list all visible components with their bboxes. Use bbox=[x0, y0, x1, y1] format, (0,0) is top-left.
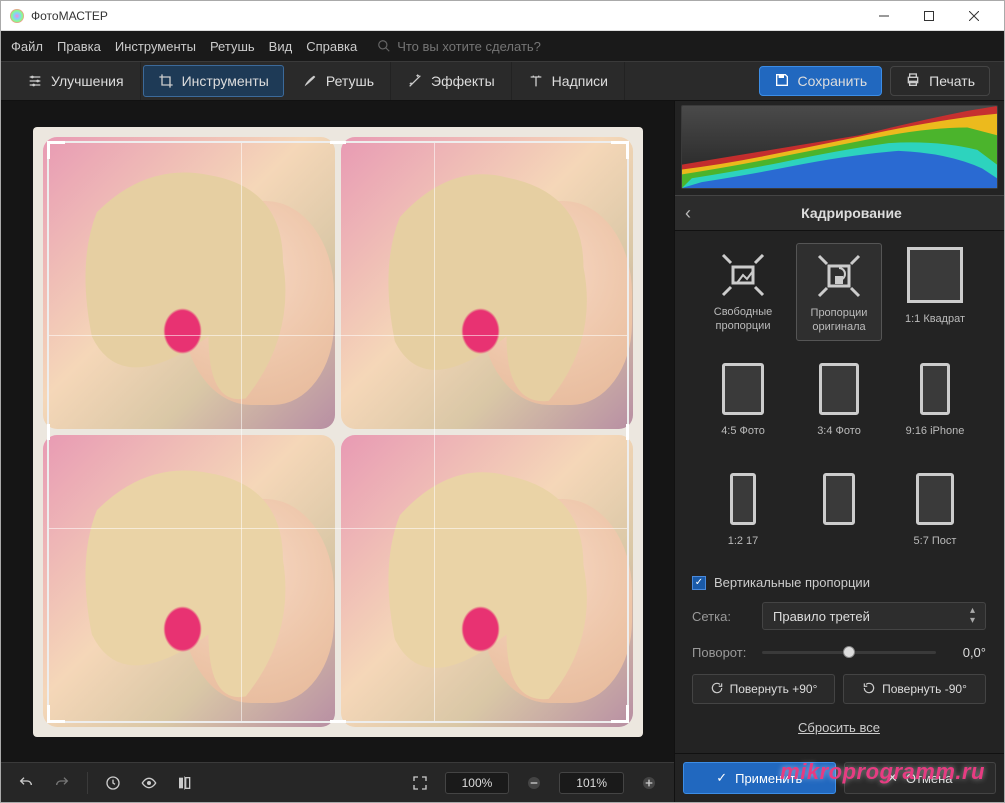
preset-label: 4:5 Фото bbox=[721, 419, 765, 445]
tab-effects[interactable]: Эффекты bbox=[391, 62, 512, 100]
menu-retouch[interactable]: Ретушь bbox=[210, 39, 255, 54]
preset-9x16[interactable]: 9:16 iPhone bbox=[892, 359, 978, 451]
preset-5x7[interactable]: 5:7 Пост bbox=[892, 469, 978, 561]
preview-button[interactable] bbox=[138, 772, 160, 794]
undo-button[interactable] bbox=[15, 772, 37, 794]
tab-tools[interactable]: Инструменты bbox=[143, 65, 284, 97]
preset-label: 5:7 Пост bbox=[914, 529, 957, 555]
sliders-icon bbox=[27, 73, 43, 89]
tab-enhance-label: Улучшения bbox=[51, 73, 124, 89]
crop-presets: Свободные пропорции Пропорции оригинала … bbox=[684, 237, 994, 571]
titlebar: ФотоМАСТЕР bbox=[1, 1, 1004, 31]
close-button[interactable] bbox=[951, 1, 996, 30]
print-label: Печать bbox=[929, 73, 975, 89]
zoom-in-button[interactable] bbox=[638, 772, 660, 794]
print-button[interactable]: Печать bbox=[890, 66, 990, 96]
grid-label: Сетка: bbox=[692, 609, 752, 624]
reset-link[interactable]: Сбросить все bbox=[692, 716, 986, 737]
statusbar: 100% 101% bbox=[1, 762, 674, 802]
rotate-ccw-button[interactable]: Повернуть -90° bbox=[843, 674, 986, 704]
save-button[interactable]: Сохранить bbox=[759, 66, 883, 96]
save-label: Сохранить bbox=[798, 73, 868, 89]
back-button[interactable]: ‹ bbox=[685, 203, 709, 224]
app-icon bbox=[9, 8, 25, 24]
zoom-fit-value[interactable]: 100% bbox=[445, 772, 510, 794]
apply-label: Применить bbox=[735, 771, 802, 786]
check-icon: ✓ bbox=[692, 576, 706, 590]
preset-label: Пропорции оригинала bbox=[797, 308, 881, 334]
tab-retouch-label: Ретушь bbox=[326, 73, 374, 89]
apply-button[interactable]: ✓ Применить bbox=[683, 762, 836, 794]
preset-3x4[interactable]: 3:4 Фото bbox=[796, 359, 882, 451]
menu-help[interactable]: Справка bbox=[306, 39, 357, 54]
panel-title: Кадрирование bbox=[709, 205, 994, 221]
tab-tools-label: Инструменты bbox=[182, 73, 269, 89]
cancel-button[interactable]: ✕ Отмена bbox=[844, 762, 997, 794]
app-title: ФотоМАСТЕР bbox=[31, 9, 861, 23]
tab-effects-label: Эффекты bbox=[431, 73, 495, 89]
slider-thumb[interactable] bbox=[843, 646, 855, 658]
preset-x[interactable] bbox=[796, 469, 882, 561]
zoom-out-button[interactable] bbox=[523, 772, 545, 794]
rotate-ccw-label: Повернуть -90° bbox=[882, 682, 967, 696]
print-icon bbox=[905, 72, 921, 91]
panel-header: ‹ Кадрирование bbox=[675, 195, 1004, 231]
search-icon bbox=[377, 39, 391, 53]
redo-button[interactable] bbox=[51, 772, 73, 794]
checkbox-label: Вертикальные пропорции bbox=[714, 575, 870, 590]
maximize-button[interactable] bbox=[906, 1, 951, 30]
compare-button[interactable] bbox=[174, 772, 196, 794]
tab-enhance[interactable]: Улучшения bbox=[11, 62, 141, 100]
cancel-label: Отмена bbox=[906, 771, 953, 786]
rotate-cw-label: Повернуть +90° bbox=[730, 682, 818, 696]
magic-wand-icon bbox=[407, 73, 423, 89]
check-icon: ✓ bbox=[716, 770, 727, 786]
image[interactable] bbox=[33, 127, 643, 737]
history-button[interactable] bbox=[102, 772, 124, 794]
vertical-proportions-checkbox[interactable]: ✓ Вертикальные пропорции bbox=[692, 575, 986, 590]
menu-view[interactable]: Вид bbox=[269, 39, 293, 54]
rotate-ccw-icon bbox=[862, 681, 876, 698]
x-icon: ✕ bbox=[887, 770, 898, 786]
menu-edit[interactable]: Правка bbox=[57, 39, 101, 54]
grid-select[interactable]: Правило третей ▴▾ bbox=[762, 602, 986, 630]
panel-footer: ✓ Применить ✕ Отмена bbox=[675, 753, 1004, 802]
panel-scroll[interactable]: Свободные пропорции Пропорции оригинала … bbox=[684, 237, 998, 747]
tab-captions[interactable]: Надписи bbox=[512, 62, 625, 100]
sidepanel: ‹ Кадрирование Свободные пропорции bbox=[674, 101, 1004, 802]
rotation-value: 0,0° bbox=[946, 645, 986, 660]
toolbar: Улучшения Инструменты Ретушь Эффекты Над… bbox=[1, 61, 1004, 101]
brush-icon bbox=[302, 73, 318, 89]
preset-label: 1:2 17 bbox=[728, 529, 759, 555]
preset-label: 3:4 Фото bbox=[817, 419, 861, 445]
zoom-actual-value[interactable]: 101% bbox=[559, 772, 624, 794]
preset-label: 9:16 iPhone bbox=[906, 419, 965, 445]
rotate-cw-icon bbox=[710, 681, 724, 698]
rotation-label: Поворот: bbox=[692, 645, 752, 660]
fit-screen-button[interactable] bbox=[409, 772, 431, 794]
tab-captions-label: Надписи bbox=[552, 73, 608, 89]
preset-1x1[interactable]: 1:1 Квадрат bbox=[892, 243, 978, 341]
chevron-updown-icon: ▴▾ bbox=[970, 606, 975, 626]
rotation-slider[interactable] bbox=[762, 642, 936, 662]
rotate-cw-button[interactable]: Повернуть +90° bbox=[692, 674, 835, 704]
preset-1x2[interactable]: 1:2 17 bbox=[700, 469, 786, 561]
menu-file[interactable]: Файл bbox=[11, 39, 43, 54]
menubar: Файл Правка Инструменты Ретушь Вид Справ… bbox=[1, 31, 1004, 61]
menu-tools[interactable]: Инструменты bbox=[115, 39, 196, 54]
search-input[interactable] bbox=[397, 39, 597, 54]
histogram bbox=[681, 105, 998, 189]
preset-label: Свободные пропорции bbox=[700, 307, 786, 333]
canvas[interactable] bbox=[1, 101, 674, 762]
preset-free[interactable]: Свободные пропорции bbox=[700, 243, 786, 341]
save-icon bbox=[774, 72, 790, 91]
text-icon bbox=[528, 73, 544, 89]
preset-4x5[interactable]: 4:5 Фото bbox=[700, 359, 786, 451]
preset-original[interactable]: Пропорции оригинала bbox=[796, 243, 882, 341]
tab-retouch[interactable]: Ретушь bbox=[286, 62, 391, 100]
crop-icon bbox=[158, 73, 174, 89]
minimize-button[interactable] bbox=[861, 1, 906, 30]
preset-label: 1:1 Квадрат bbox=[905, 307, 965, 333]
grid-value: Правило третей bbox=[773, 609, 870, 624]
